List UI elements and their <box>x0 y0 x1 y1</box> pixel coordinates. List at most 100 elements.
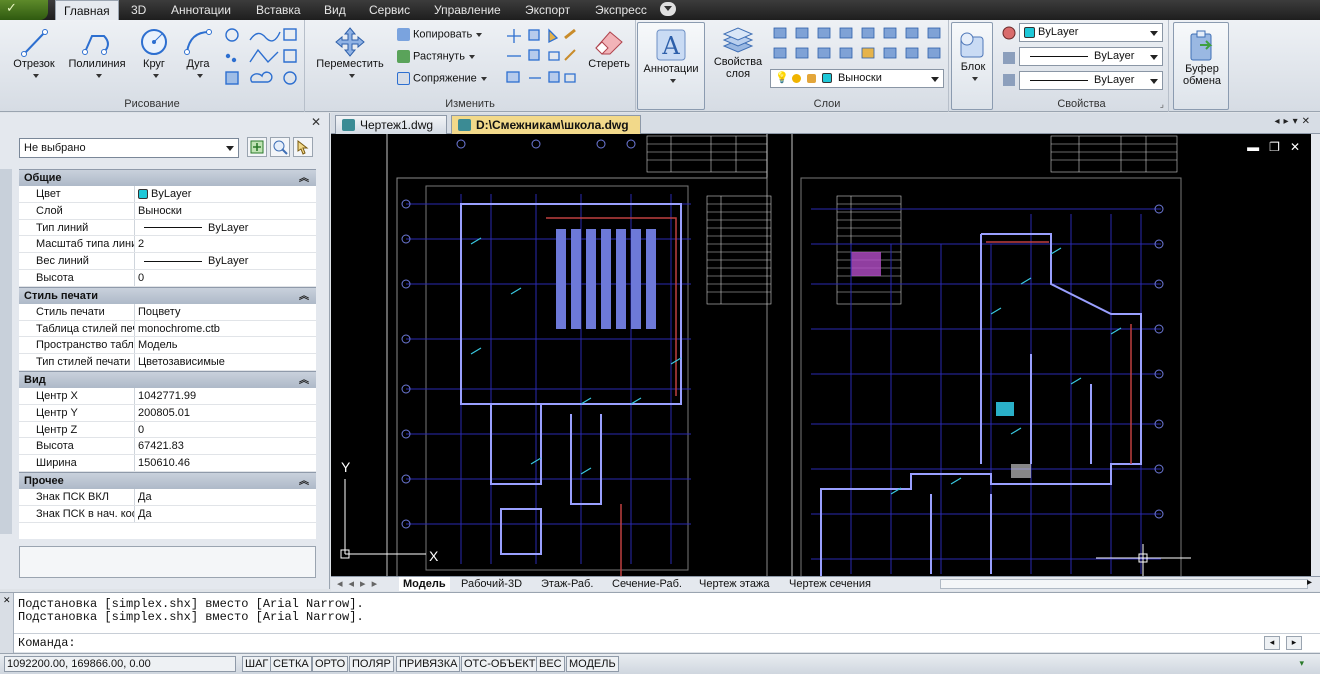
property-value[interactable]: 1042771.99 <box>135 388 316 404</box>
otrack-toggle[interactable]: ОТС-ОБЪЕКТ <box>461 656 539 672</box>
chevron-right-icon[interactable]: ▸ <box>1284 116 1293 127</box>
app-logo[interactable]: ✓ <box>0 0 48 20</box>
polyline-button[interactable]: Полилиния <box>64 26 130 82</box>
tab-manage[interactable]: Управление <box>426 0 509 20</box>
doc-tab-school[interactable]: D:\Смежникам\школа.dwg <box>451 115 641 134</box>
property-row[interactable]: Центр Z0 <box>19 421 316 439</box>
property-row[interactable]: Стиль печати Поцвету <box>19 303 316 321</box>
dialog-launcher-icon[interactable]: ⌟ <box>1160 99 1164 110</box>
tab-service[interactable]: Сервис <box>361 0 418 20</box>
lineweight-toggle[interactable]: ВЕС <box>536 656 565 672</box>
color-select[interactable]: ByLayer <box>1019 23 1163 42</box>
canvas-horizontal-scrollbar[interactable] <box>940 579 1308 589</box>
doc-tab-drawing1[interactable]: Чертеж1.dwg <box>335 115 447 134</box>
property-value[interactable]: Да <box>135 489 316 505</box>
property-value[interactable]: ByLayer <box>135 220 316 236</box>
collapse-icon[interactable]: ︽ <box>299 473 309 490</box>
tab-home[interactable]: Главная <box>55 0 119 20</box>
draw-tools-grid[interactable] <box>222 26 302 88</box>
move-button[interactable]: Переместить <box>313 26 387 82</box>
selection-dropdown[interactable]: Не выбрано <box>19 138 239 158</box>
property-value[interactable]: 2 <box>135 236 316 252</box>
property-value[interactable]: ByLayer <box>135 186 316 202</box>
property-value[interactable]: Цветозависимые <box>135 354 316 370</box>
tab-export[interactable]: Экспорт <box>517 0 578 20</box>
collapse-icon[interactable]: ︽ <box>299 372 309 389</box>
chevron-left-icon[interactable]: ◂ <box>1275 116 1284 127</box>
ribbon-options-dropdown[interactable] <box>660 2 676 16</box>
layout-nav-arrows[interactable]: ◂◂▸▸ <box>333 577 387 591</box>
ortho-toggle[interactable]: ОРТО <box>312 656 349 672</box>
panel-sidebar[interactable] <box>0 169 12 534</box>
annotations-group[interactable]: A Аннотации <box>637 22 705 110</box>
copy-button[interactable]: Копировать <box>397 28 483 41</box>
snap-toggle[interactable]: ШАГ <box>242 656 272 672</box>
property-row[interactable]: Высота 67421.83 <box>19 438 316 456</box>
model-toggle[interactable]: МОДЕЛЬ <box>566 656 619 672</box>
layout-tab-work3d[interactable]: Рабочий-3D <box>457 577 526 591</box>
property-section-header[interactable]: Стиль печати ︽ <box>19 286 316 304</box>
layout-tab-model[interactable]: Модель <box>399 577 450 591</box>
collapse-icon[interactable]: ︽ <box>299 170 309 187</box>
line-button[interactable]: Отрезок <box>8 26 60 82</box>
select-objects-button[interactable] <box>293 137 313 157</box>
close-icon[interactable]: ✕ <box>1302 116 1314 127</box>
layer-select[interactable]: 💡 Выноски <box>770 69 944 88</box>
minimize-icon[interactable]: ▬ <box>1247 140 1269 154</box>
property-row[interactable]: Тип стилей печати Цветозависимые <box>19 354 316 371</box>
property-row[interactable]: Слой Выноски <box>19 202 316 220</box>
command-input-row[interactable]: Команда: ◂ ▸ <box>14 633 1320 652</box>
property-section-header[interactable]: Общие ︽ <box>19 169 316 186</box>
property-row[interactable]: Знак ПСК ВКЛ Да <box>19 488 316 506</box>
tab-navigation[interactable]: ◂▸▾✕ <box>1275 116 1314 127</box>
match-properties-icons[interactable] <box>1001 26 1017 90</box>
tab-annotations[interactable]: Аннотации <box>163 0 239 20</box>
property-row[interactable]: Центр X 1042771.99 <box>19 387 316 405</box>
property-value[interactable]: Да <box>135 506 316 522</box>
property-row[interactable]: Пространство табли...Модель <box>19 337 316 355</box>
property-value[interactable]: 67421.83 <box>135 438 316 454</box>
polar-toggle[interactable]: ПОЛЯР <box>349 656 394 672</box>
arc-button[interactable]: Дуга <box>178 26 218 82</box>
clipboard-button[interactable]: Буфер обмена <box>1176 29 1228 87</box>
property-section-header[interactable]: Прочее ︽ <box>19 471 316 490</box>
close-icon[interactable]: ✕ <box>311 115 321 129</box>
tab-3d[interactable]: 3D <box>123 0 154 20</box>
property-value[interactable]: 200805.01 <box>135 405 316 421</box>
property-row[interactable]: Таблица стилей печ...monochrome.ctb <box>19 320 316 338</box>
status-tray-icon[interactable]: ▾ <box>1299 658 1304 669</box>
scroll-left-icon[interactable]: ◂ <box>1264 636 1280 650</box>
property-row[interactable]: Масштаб типа линии 2 <box>19 236 316 254</box>
command-window-handle[interactable]: ✕ <box>0 593 14 653</box>
layout-tab-section-work[interactable]: Сечение-Раб. <box>608 577 686 591</box>
property-row[interactable]: Ширина 150610.46 <box>19 455 316 472</box>
chevron-down-icon[interactable]: ▾ <box>1293 116 1302 127</box>
property-value[interactable]: monochrome.ctb <box>135 321 316 337</box>
viewport-window-controls[interactable]: ▬❐✕ <box>1247 140 1310 154</box>
stretch-button[interactable]: Растянуть <box>397 50 475 63</box>
property-section-header[interactable]: Вид ︽ <box>19 370 316 389</box>
close-icon[interactable]: ✕ <box>1290 140 1310 154</box>
erase-button[interactable]: Стереть <box>584 26 634 70</box>
property-value[interactable]: Поцвету <box>135 304 316 320</box>
property-value[interactable]: Модель <box>135 337 316 353</box>
property-row[interactable]: Высота 0 <box>19 269 316 287</box>
layout-tab-floor-drawing[interactable]: Чертеж этажа <box>695 577 774 591</box>
property-row[interactable]: Тип линий ByLayer <box>19 219 316 237</box>
block-group[interactable]: Блок <box>951 22 993 110</box>
block-button[interactable]: Блок <box>954 29 992 85</box>
scroll-right-icon[interactable]: ▸ <box>1307 577 1312 588</box>
layout-tab-floor-work[interactable]: Этаж-Раб. <box>537 577 597 591</box>
drawing-canvas[interactable]: Y X ▬❐✕ <box>331 134 1320 576</box>
tab-insert[interactable]: Вставка <box>248 0 309 20</box>
lineweight-select[interactable]: ByLayer <box>1019 71 1163 90</box>
close-icon[interactable]: ✕ <box>3 595 11 606</box>
property-row[interactable]: Вес линий ByLayer <box>19 253 316 270</box>
property-value[interactable]: ByLayer <box>135 253 316 269</box>
tab-view[interactable]: Вид <box>316 0 354 20</box>
property-row[interactable]: Цвет ByLayer <box>19 186 316 203</box>
quick-select-button[interactable] <box>270 137 290 157</box>
property-row[interactable]: Знак ПСК в нач. коо...Да <box>19 505 316 523</box>
property-value[interactable]: 0 <box>135 422 316 438</box>
layer-properties-button[interactable]: Свойства слоя <box>710 26 766 80</box>
